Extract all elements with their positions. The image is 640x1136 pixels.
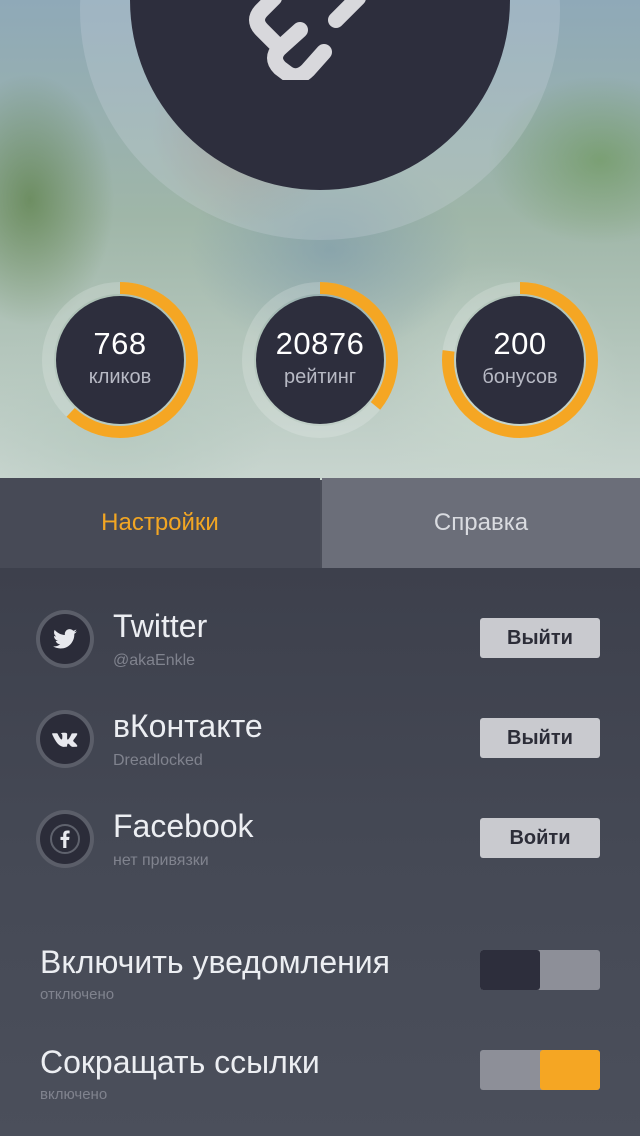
toggle-knob xyxy=(540,1050,600,1090)
vk-logout-button[interactable]: Выйти xyxy=(480,718,600,758)
account-name: вКонтакте xyxy=(113,708,263,744)
setting-shorten-links: Сокращать ссылки включено xyxy=(0,1044,640,1124)
stat-bonuses: 200 бонусов xyxy=(440,280,600,440)
stat-clicks: 768 кликов xyxy=(40,280,200,440)
stat-value: 768 xyxy=(93,326,147,361)
facebook-login-button[interactable]: Войти xyxy=(480,818,600,858)
account-twitter: Twitter @akaEnkle Выйти xyxy=(0,608,640,694)
hero-banner: 768 кликов 20876 рейтинг 200 бонусов xyxy=(0,0,640,480)
settings-panel: Twitter @akaEnkle Выйти вКонтакте Dreadl… xyxy=(0,568,640,1136)
account-name: Facebook xyxy=(113,808,254,844)
shorten-links-toggle[interactable] xyxy=(480,1050,600,1090)
account-handle: нет привязки xyxy=(113,852,209,869)
toggle-knob xyxy=(480,950,540,990)
setting-title: Сокращать ссылки xyxy=(40,1044,320,1080)
stat-label: кликов xyxy=(88,366,152,388)
account-handle: @akaEnkle xyxy=(113,652,196,669)
notifications-toggle[interactable] xyxy=(480,950,600,990)
account-name: Twitter xyxy=(113,608,208,644)
link-icon xyxy=(249,0,366,80)
stat-label: рейтинг xyxy=(283,366,357,388)
stat-value: 200 xyxy=(493,326,547,361)
twitter-icon xyxy=(40,614,90,664)
tab-settings[interactable]: Настройки xyxy=(0,478,320,568)
stat-label: бонусов xyxy=(482,366,558,388)
setting-notifications: Включить уведомления отключено xyxy=(0,944,640,1024)
stat-value: 20876 xyxy=(275,326,365,361)
twitter-logout-button[interactable]: Выйти xyxy=(480,618,600,658)
setting-title: Включить уведомления xyxy=(40,944,390,980)
stat-rating: 20876 рейтинг xyxy=(240,280,400,440)
vk-icon xyxy=(40,714,90,764)
setting-status: отключено xyxy=(40,986,115,1003)
tab-bar: Настройки Справка xyxy=(0,478,640,568)
setting-status: включено xyxy=(40,1086,108,1103)
account-vk: вКонтакте Dreadlocked Выйти xyxy=(0,708,640,794)
account-facebook: Facebook нет привязки Войти xyxy=(0,808,640,894)
tab-help[interactable]: Справка xyxy=(322,478,640,568)
facebook-icon xyxy=(40,814,90,864)
account-handle: Dreadlocked xyxy=(113,752,203,769)
